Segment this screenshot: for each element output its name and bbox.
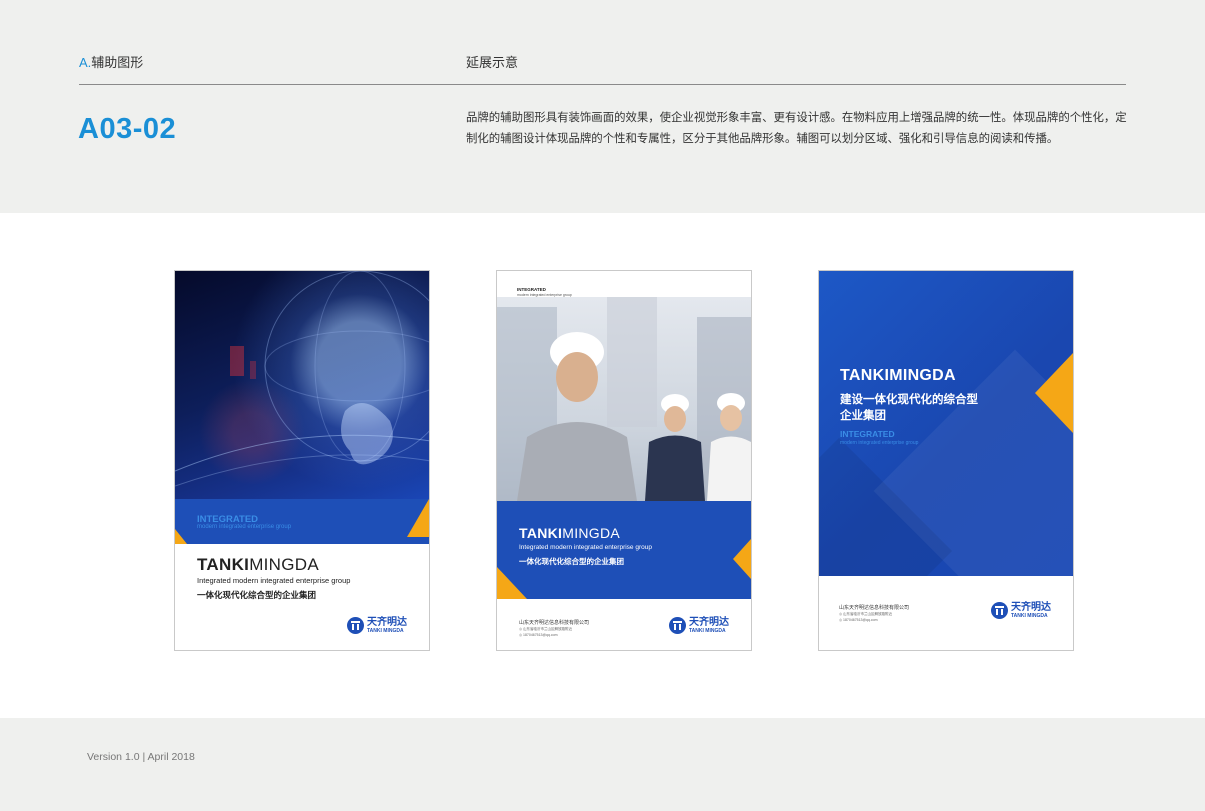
small-tag: INTEGRATED: [517, 287, 546, 292]
footer-band: [0, 718, 1205, 811]
description-text: 品牌的辅助图形具有装饰画面的效果，使企业视觉形象丰富、更有设计感。在物料应用上增…: [466, 112, 1127, 145]
globe-graphic: [175, 271, 429, 487]
company-logo: 天齐明达 TANKI MINGDA: [669, 617, 729, 634]
brand-wordmark: TANKIMINGDA: [197, 555, 319, 574]
section-prefix: A.: [79, 55, 92, 70]
header-band: [0, 0, 1205, 213]
tagline-cn: 一体化现代化综合型的企业集团: [519, 557, 624, 566]
company-address: ◎ 山东省临沂市兰山区解放路附近: [839, 612, 893, 616]
brochure-cover-2: INTEGRATED modern integrated enterprise …: [496, 270, 752, 651]
section-title: 辅助图形: [91, 55, 144, 70]
logo-cn: 天齐明达: [1011, 602, 1051, 613]
slogan-line-2: 企业集团: [840, 410, 886, 422]
logo-mark-icon: [669, 617, 686, 634]
company-contact: ◎ 1870467513@qq.com: [519, 633, 558, 637]
brand-wordmark: TANKIMINGDA: [840, 367, 956, 384]
tagline-en: Integrated modern integrated enterprise …: [197, 576, 351, 585]
tagline-cn: 一体化现代化综合型的企业集团: [197, 590, 317, 600]
company-name: 山东天齐明达信息科技有限公司: [839, 605, 910, 611]
logo-en: TANKI MINGDA: [1011, 613, 1048, 619]
version-footer: Version 1.0 | April 2018: [87, 751, 195, 763]
company-name: 山东天齐明达信息科技有限公司: [519, 620, 590, 626]
engineers-graphic: [497, 297, 751, 501]
integrated-subtitle: modern integrated enterprise group: [840, 440, 919, 446]
globe-photo: [175, 271, 429, 501]
brand-wordmark: TANKIMINGDA: [519, 525, 621, 541]
orange-triangle: [175, 529, 187, 544]
logo-mark-icon: [991, 602, 1008, 619]
logo-cn: 天齐明达: [367, 617, 407, 628]
logo-en: TANKI MINGDA: [689, 628, 726, 634]
orange-triangle: [497, 567, 527, 599]
logo-cn: 天齐明达: [689, 617, 729, 628]
company-contact: ◎ 1870467513@qq.com: [839, 618, 878, 622]
extension-label: 延展示意: [466, 55, 519, 70]
section-label: A.辅助图形: [79, 52, 143, 71]
orange-triangle: [1035, 353, 1073, 433]
page-code: A03-02: [78, 113, 177, 145]
header-divider: [79, 84, 1126, 85]
engineers-photo: [497, 297, 751, 501]
slogan-line-1: 建设一体化现代化的综合型: [840, 394, 978, 406]
company-address: ◎ 山东省临沂市兰山区解放路附近: [519, 627, 573, 631]
band-subtitle: modern integrated enterprise group: [197, 524, 292, 530]
brochure-cover-3: TANKIMINGDA 建设一体化现代化的综合型 企业集团 INTEGRATED…: [818, 270, 1074, 651]
orange-triangle: [733, 539, 751, 579]
logo-en: TANKI MINGDA: [367, 628, 404, 634]
orange-triangle: [407, 499, 429, 537]
integrated-tag: INTEGRATED: [840, 429, 895, 439]
company-logo: 天齐明达 TANKI MINGDA: [991, 602, 1051, 619]
tagline-en: Integrated modern integrated enterprise …: [519, 544, 652, 551]
brochure-cover-1: INTEGRATED modern integrated enterprise …: [174, 270, 430, 651]
logo-mark-icon: [347, 617, 364, 634]
company-logo: 天齐明达 TANKI MINGDA: [347, 617, 407, 634]
